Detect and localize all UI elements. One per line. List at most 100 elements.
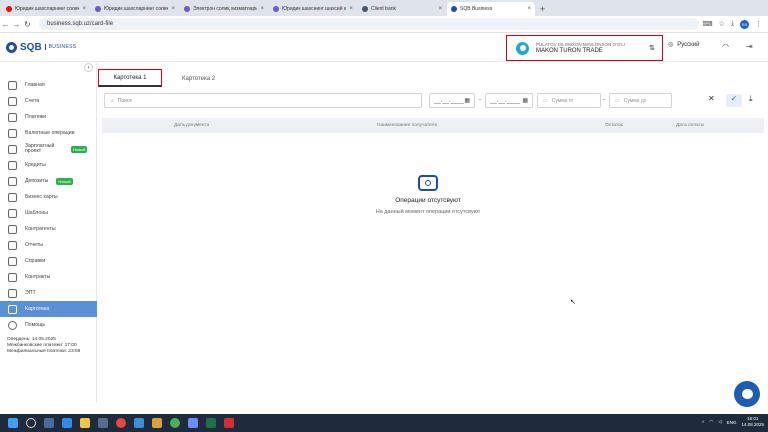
sidebar-item-deposits[interactable]: Депозиты Новый — [0, 173, 97, 189]
amount-from-field[interactable]: ▭ Сумма от — [537, 93, 601, 108]
app-icon[interactable] — [152, 418, 162, 428]
column-header[interactable]: Дата документа — [174, 123, 209, 128]
column-header[interactable]: Остаток — [605, 123, 623, 128]
app-header: SQB BUSINESS PULATOV ISLOMXON MAVLONXON … — [0, 33, 768, 62]
search-icon[interactable] — [26, 418, 36, 428]
translate-icon[interactable]: ⌨ — [703, 20, 713, 28]
app-icon[interactable] — [188, 418, 198, 428]
sqb-logo[interactable]: SQB BUSINESS — [6, 41, 76, 53]
sidebar-item-card-file[interactable]: Картотека — [0, 301, 97, 317]
close-icon[interactable]: × — [438, 6, 442, 12]
sidebar-item-currency[interactable]: Валютные операции — [0, 125, 97, 141]
date-to-field[interactable]: __.__.____ ▦ — [485, 93, 533, 108]
reload-icon[interactable]: ↻ — [22, 20, 33, 29]
templates-icon — [8, 208, 17, 218]
logout-icon[interactable]: ⇥ — [746, 42, 753, 51]
user-name: PULATOV ISLOMXON MAVLONXON O'G'LI — [536, 42, 625, 47]
tax-site-icon — [95, 6, 101, 12]
url-field[interactable]: business.sqb.uz/card-file — [39, 18, 699, 30]
sidebar-item-templates[interactable]: Шаблоны — [0, 205, 97, 221]
excel-icon[interactable] — [206, 418, 216, 428]
menu-icon[interactable]: ⋮ — [755, 20, 762, 28]
deposit-icon — [8, 176, 17, 186]
sqb-logo-icon — [6, 41, 17, 53]
sidebar-item-home[interactable]: Главная — [0, 77, 97, 93]
amount-to-field[interactable]: ▭ Сумма до — [609, 93, 672, 108]
sidebar-item-certificates[interactable]: Справки — [0, 253, 97, 269]
chevron-left-icon: ‹ — [87, 64, 90, 71]
bookmark-star-icon[interactable]: ☆ — [719, 20, 725, 28]
browser-tab-active[interactable]: SQB Business × — [447, 2, 535, 16]
date-range-dash: - — [479, 97, 481, 103]
cash-icon: ▭ — [543, 97, 548, 104]
volume-icon[interactable]: ◁ — [718, 419, 721, 425]
close-icon[interactable]: × — [527, 6, 531, 12]
support-chat-button[interactable] — [734, 381, 760, 407]
search-icon: ⌕ — [111, 97, 114, 104]
company-selector[interactable]: PULATOV ISLOMXON MAVLONXON O'G'LI MAKON … — [506, 35, 663, 61]
collapse-sidebar-button[interactable]: ‹ — [84, 63, 93, 72]
forward-icon[interactable]: → — [11, 20, 22, 29]
empty-subtitle: На данный момент операции отсутсвуют — [375, 209, 481, 215]
sidebar-item-salary[interactable]: Зарплатный проект Новый — [0, 141, 97, 157]
system-clock[interactable]: 16:01 14.08.2025 — [741, 416, 764, 428]
new-badge: Новый — [56, 177, 73, 185]
wifi-icon[interactable]: ◠ — [709, 419, 713, 425]
sidebar-item-ept[interactable]: ЭПТ — [0, 285, 97, 301]
tab-card-file-2[interactable]: Картотека 2 — [168, 69, 229, 87]
download-icon[interactable]: ⤓ — [731, 20, 734, 28]
language-selector[interactable]: ◎ Русский — [668, 41, 700, 49]
task-view-icon[interactable] — [44, 418, 54, 428]
telegram-icon[interactable] — [134, 418, 144, 428]
new-tab-button[interactable]: + — [536, 4, 549, 16]
sidebar-item-contractors[interactable]: Контрагенты — [0, 221, 97, 237]
sidebar-item-contracts[interactable]: Контракты — [0, 269, 97, 285]
sidebar-item-reports[interactable]: Отчеты — [0, 237, 97, 253]
windows-start-icon[interactable] — [8, 418, 18, 428]
back-icon[interactable]: ← — [0, 20, 11, 29]
column-header[interactable]: Наименование получателя — [377, 123, 437, 128]
browser-tab[interactable]: Юридик шахсларнинг солиқ т × — [2, 2, 90, 16]
salary-icon — [8, 144, 17, 154]
calendar-icon[interactable]: ▦ — [522, 97, 528, 104]
input-language[interactable]: ENG — [727, 420, 737, 425]
sidebar-item-accounts[interactable]: Счета — [0, 93, 97, 109]
close-icon[interactable]: × — [349, 6, 353, 12]
clear-filters-icon[interactable]: ✕ — [708, 94, 715, 103]
ept-icon — [8, 288, 17, 298]
sidebar-item-business-cards[interactable]: Бизнес карты — [0, 189, 97, 205]
browser-tab[interactable]: Юридик шахснинг шахсий кабі × — [269, 2, 357, 16]
switch-company-icon[interactable]: ⇅ — [649, 44, 655, 52]
download-icon[interactable]: ⤓ — [749, 94, 753, 104]
chrome-alt-icon[interactable] — [170, 418, 180, 428]
close-icon[interactable]: × — [171, 6, 175, 12]
calendar-icon[interactable]: ▦ — [464, 97, 470, 104]
profile-avatar[interactable]: RS — [740, 19, 749, 29]
pdf-reader-icon[interactable] — [224, 418, 234, 428]
chrome-icon[interactable] — [116, 418, 126, 428]
sqb-icon — [451, 6, 457, 12]
sidebar-item-credits[interactable]: Кредиты — [0, 157, 97, 173]
browser-tab[interactable]: Электрон солиқ хизматлари × — [180, 2, 268, 16]
column-header[interactable]: Дата оплаты — [676, 123, 704, 128]
tab-card-file-1[interactable]: Картотека 1 — [98, 69, 162, 87]
tray-chevron-icon[interactable]: ^ — [702, 420, 704, 425]
edge-icon[interactable] — [62, 418, 72, 428]
apply-filters-icon[interactable]: ✓ — [726, 94, 742, 107]
file-explorer-icon[interactable] — [80, 418, 90, 428]
main-content: Картотека 1 Картотека 2 ⌕ Поиск __.__.___… — [98, 63, 768, 403]
browser-tab[interactable]: Client bank × — [358, 2, 446, 16]
store-icon[interactable] — [98, 418, 108, 428]
notification-bell-icon[interactable]: ◠ — [722, 42, 729, 51]
close-icon[interactable]: × — [82, 6, 86, 12]
search-input[interactable]: ⌕ Поиск — [104, 93, 422, 108]
windows-taskbar: ^ ◠ ◁ ENG 16:01 14.08.2025 — [0, 414, 768, 432]
sidebar-item-help[interactable]: Помощь — [0, 317, 97, 333]
filter-bar: ⌕ Поиск __.__.____ ▦ - __.__.____ ▦ ▭ Сумма … — [104, 93, 764, 109]
globe-icon — [362, 6, 368, 12]
close-icon[interactable]: × — [260, 6, 264, 12]
sidebar-item-payments[interactable]: Платежи — [0, 109, 97, 125]
contractors-icon — [8, 224, 17, 234]
date-from-field[interactable]: __.__.____ ▦ — [429, 93, 475, 108]
browser-tab[interactable]: Юридик шахсларнинг солиқ × — [91, 2, 179, 16]
